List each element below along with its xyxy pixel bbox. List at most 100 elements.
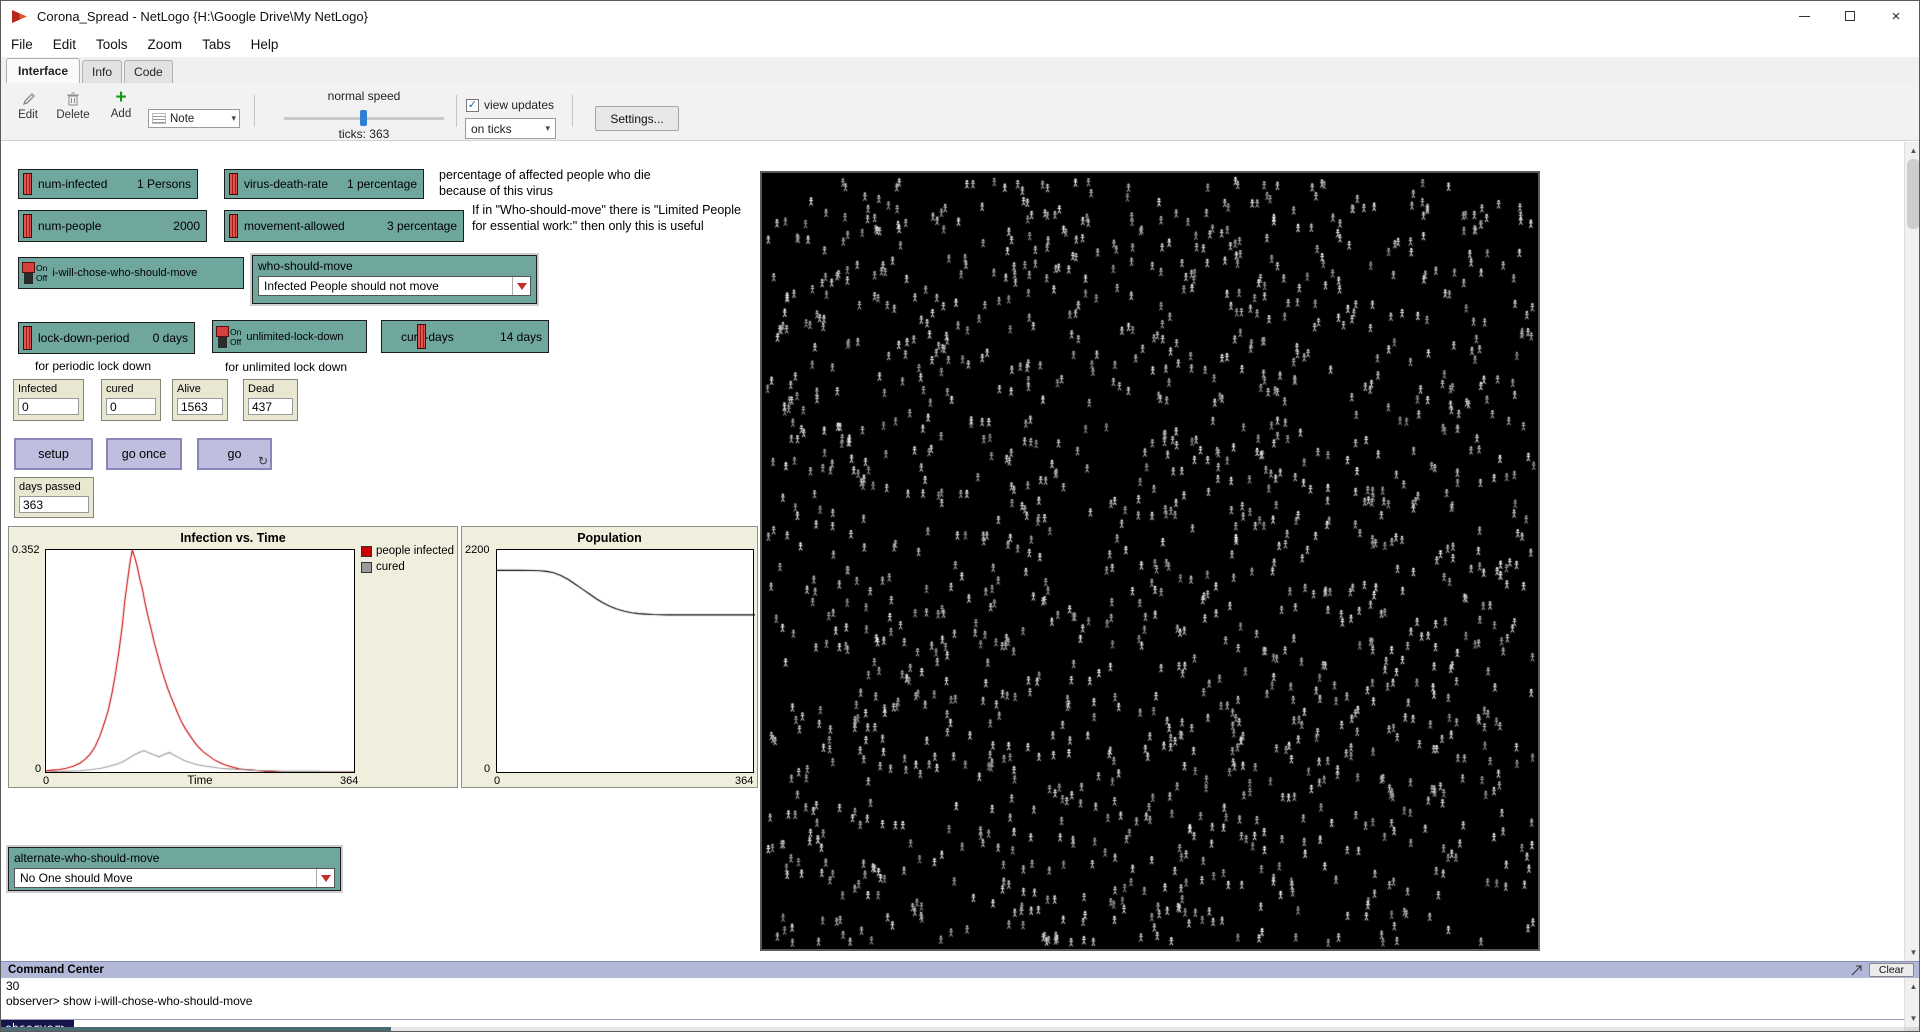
plot-population: Population 2200 0 0 364: [461, 526, 758, 788]
x-axis-title: Time: [45, 775, 355, 787]
monitor-dead: Dead 437: [243, 379, 298, 421]
chooser-who-should-move[interactable]: who-should-move Infected People should n…: [252, 255, 537, 304]
menu-help[interactable]: Help: [241, 37, 289, 52]
setup-button[interactable]: setup: [14, 438, 93, 470]
slider-cure-days[interactable]: cure-days 14 days: [381, 320, 549, 353]
forever-icon: ↻: [258, 454, 268, 468]
command-scrollbar[interactable]: ▲ ▼: [1904, 978, 1920, 1027]
clear-button[interactable]: Clear: [1869, 963, 1914, 977]
minimize-icon[interactable]: [1781, 1, 1827, 31]
world-canvas[interactable]: [762, 173, 1538, 949]
tab-info[interactable]: Info: [82, 60, 122, 83]
add-button[interactable]: + Add: [103, 89, 139, 120]
slider-lock-down-period[interactable]: lock-down-period 0 days: [18, 322, 195, 354]
world-view[interactable]: [760, 171, 1540, 951]
interface-scrollbar[interactable]: ▲ ▼: [1904, 142, 1920, 961]
switch-knob[interactable]: [22, 262, 35, 273]
scrollbar-corner: [1904, 1027, 1920, 1032]
chooser-dropdown[interactable]: Infected People should not move: [258, 276, 531, 296]
output-line: 30: [6, 979, 1899, 994]
chevron-down-icon[interactable]: [316, 869, 334, 887]
menu-tools[interactable]: Tools: [86, 37, 138, 52]
widget-type-dropdown[interactable]: Note ▾: [148, 109, 240, 128]
slider-value: 2000: [173, 219, 200, 233]
toolbar: Edit Delete + Add Note ▾ normal speed ti…: [1, 83, 1919, 141]
output-line: observer> show i-will-chose-who-should-m…: [6, 994, 1899, 1009]
scrollbar-thumb[interactable]: [1907, 159, 1920, 229]
menu-zoom[interactable]: Zoom: [138, 37, 193, 52]
update-mode-dropdown[interactable]: on ticks ▾: [465, 118, 556, 139]
menu-edit[interactable]: Edit: [43, 37, 86, 52]
legend-label: people infected: [376, 545, 454, 557]
chevron-down-icon: ▾: [545, 123, 550, 134]
speed-slider[interactable]: [284, 117, 444, 120]
delete-label: Delete: [56, 109, 89, 121]
monitor-label: days passed: [19, 481, 89, 493]
view-updates-checkbox[interactable]: ✓ view updates: [466, 98, 554, 112]
slider-handle[interactable]: [23, 173, 32, 195]
legend-item: people infected: [361, 545, 454, 557]
plot-title: Infection vs. Time: [9, 531, 457, 545]
switch-on-off-labels: On Off: [230, 327, 241, 347]
switch-track[interactable]: [218, 326, 227, 348]
monitor-label: cured: [106, 383, 156, 395]
edit-button[interactable]: Edit: [9, 91, 47, 121]
switch-track[interactable]: [24, 262, 33, 284]
settings-button[interactable]: Settings...: [595, 106, 679, 131]
switch-unlimited-lock-down[interactable]: On Off unlimited-lock-down: [212, 320, 367, 353]
chevron-down-icon[interactable]: [512, 277, 530, 295]
scrollbar-thumb[interactable]: [1, 1027, 391, 1032]
command-horizontal-scrollbar[interactable]: [1, 1027, 1904, 1032]
go-once-button[interactable]: go once: [106, 438, 182, 470]
toolbar-separator: [254, 95, 255, 127]
window-controls: ×: [1781, 1, 1919, 31]
tab-interface[interactable]: Interface: [6, 58, 80, 83]
slider-num-infected[interactable]: num-infected 1 Persons: [18, 169, 198, 199]
expand-icon[interactable]: [1851, 965, 1862, 976]
plot-canvas-area: [45, 549, 355, 773]
window-title: Corona_Spread - NetLogo {H:\Google Drive…: [37, 9, 368, 24]
maximize-icon[interactable]: [1827, 1, 1873, 31]
switch-name: unlimited-lock-down: [246, 331, 343, 343]
slider-movement-allowed[interactable]: movement-allowed 3 percentage: [224, 210, 464, 242]
scroll-down-icon[interactable]: ▼: [1905, 1010, 1920, 1027]
switch-i-will-chose-who-should-move[interactable]: On Off i-will-chose-who-should-move: [18, 257, 244, 289]
menu-file[interactable]: File: [1, 37, 43, 52]
slider-handle[interactable]: [417, 324, 426, 349]
command-output[interactable]: 30 observer> show i-will-chose-who-shoul…: [1, 978, 1904, 1019]
slider-handle[interactable]: [23, 214, 32, 238]
monitor-value: 0: [18, 398, 79, 415]
menu-tabs[interactable]: Tabs: [192, 37, 241, 52]
chooser-alternate-who-should-move[interactable]: alternate-who-should-move No One should …: [8, 847, 341, 891]
slider-handle[interactable]: [229, 173, 238, 195]
close-icon[interactable]: ×: [1873, 1, 1919, 31]
tab-code[interactable]: Code: [124, 60, 173, 83]
trash-icon: [66, 91, 80, 107]
monitor-cured: cured 0: [101, 379, 161, 421]
switch-knob[interactable]: [216, 326, 229, 337]
scroll-up-icon[interactable]: ▲: [1905, 978, 1920, 995]
switch-name: i-will-chose-who-should-move: [52, 267, 197, 279]
switch-off-label: Off: [230, 337, 241, 347]
slider-value: 14 days: [500, 330, 542, 344]
chooser-value: No One should Move: [20, 871, 133, 885]
slider-num-people[interactable]: num-people 2000: [18, 210, 207, 242]
scroll-down-icon[interactable]: ▼: [1905, 944, 1920, 961]
scroll-up-icon[interactable]: ▲: [1905, 142, 1920, 159]
speed-slider-thumb[interactable]: [360, 110, 367, 126]
go-forever-button[interactable]: go ↻: [197, 438, 272, 470]
pencil-icon: [21, 91, 36, 107]
checkbox-check-icon[interactable]: ✓: [466, 99, 479, 112]
delete-button[interactable]: Delete: [51, 91, 95, 121]
infection-plot-canvas: [46, 550, 354, 772]
monitor-value: 0: [106, 398, 156, 415]
slider-handle[interactable]: [23, 326, 32, 350]
slider-handle[interactable]: [229, 214, 238, 238]
y-axis-max-label: 0.352: [12, 544, 40, 556]
chooser-dropdown[interactable]: No One should Move: [14, 868, 335, 888]
slider-name: cure-days: [401, 330, 454, 344]
update-mode-value: on ticks: [471, 122, 512, 136]
slider-virus-death-rate[interactable]: virus-death-rate 1 percentage: [224, 169, 424, 199]
command-center-header[interactable]: Command Center Clear: [1, 961, 1920, 978]
slider-value: 0 days: [153, 331, 188, 345]
